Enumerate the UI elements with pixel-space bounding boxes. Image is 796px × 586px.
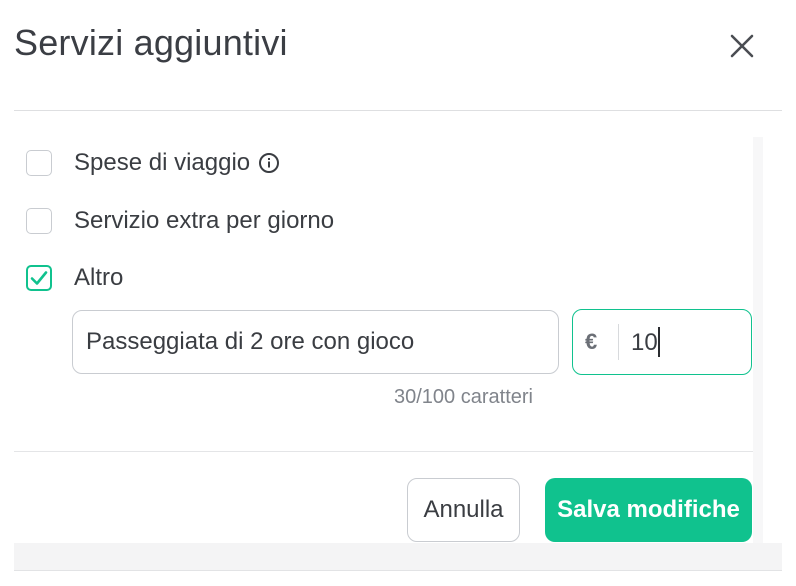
extra-service-checkbox[interactable] xyxy=(26,208,52,234)
checkbox-row-travel-expenses[interactable]: Spese di viaggio xyxy=(26,149,280,177)
price-input[interactable] xyxy=(631,326,731,360)
checkbox-row-other[interactable]: Altro xyxy=(26,264,123,292)
bottom-band xyxy=(14,543,782,571)
cancel-button[interactable]: Annulla xyxy=(407,478,520,542)
text-caret xyxy=(658,327,660,357)
other-label: Altro xyxy=(74,264,124,291)
close-button[interactable] xyxy=(722,26,762,66)
description-input[interactable] xyxy=(86,325,546,359)
char-counter: 30/100 caratteri xyxy=(394,386,533,408)
footer-divider xyxy=(14,451,753,452)
info-icon[interactable] xyxy=(258,152,280,174)
price-field[interactable]: € xyxy=(572,309,752,375)
description-field[interactable] xyxy=(72,310,559,374)
euro-symbol: € xyxy=(585,329,598,354)
other-checkbox[interactable] xyxy=(26,265,52,291)
checkbox-row-extra-service[interactable]: Servizio extra per giorno xyxy=(26,207,334,235)
extra-service-label: Servizio extra per giorno xyxy=(74,207,335,234)
price-separator xyxy=(618,324,619,360)
checkmark-icon xyxy=(30,271,48,285)
scrollbar-track[interactable] xyxy=(753,137,763,543)
travel-expenses-checkbox[interactable] xyxy=(26,150,52,176)
save-button[interactable]: Salva modifiche xyxy=(545,478,752,542)
travel-expenses-label: Spese di viaggio xyxy=(74,149,251,176)
close-icon xyxy=(730,34,754,58)
modal-title: Servizi aggiuntivi xyxy=(14,22,288,63)
header-divider xyxy=(14,110,782,111)
